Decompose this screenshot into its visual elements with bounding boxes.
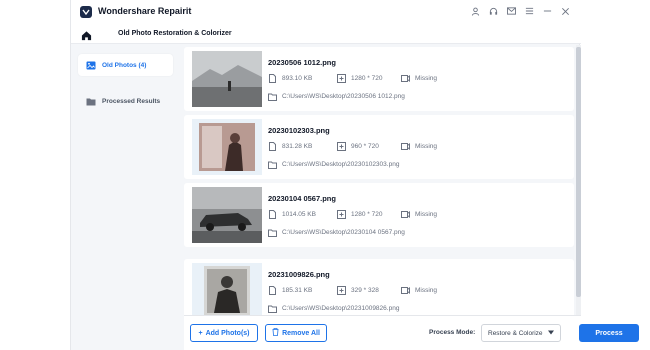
file-icon [268,74,277,83]
file-path: C:\Users\WS\Desktop\20230102303.png [268,160,399,169]
file-size: 831.28 KB [268,142,312,151]
remove-all-label: Remove All [282,329,320,337]
process-button[interactable]: Process [579,324,639,342]
home-icon[interactable] [81,28,92,46]
file-size-value: 185.31 KB [282,287,313,294]
sidebar-item-old-photos[interactable]: Old Photos (4) [78,54,173,76]
file-status-value: Missing [415,287,438,294]
resolution-icon [337,142,346,151]
add-photos-button[interactable]: + Add Photo(s) [190,324,258,342]
file-name: 20231009826.png [268,270,330,279]
file-icon [268,286,277,295]
file-size-value: 831.28 KB [282,143,313,150]
photo-thumbnail [192,51,262,107]
photo-card[interactable]: 20230102303.png 831.28 KB 960 * 720 Miss… [184,115,574,179]
file-resolution-value: 329 * 328 [351,287,379,294]
plus-icon: + [198,329,203,337]
file-status: Missing [401,74,437,83]
file-resolution: 1280 * 720 [337,74,382,83]
file-status: Missing [401,210,437,219]
resolution-icon [337,210,346,219]
file-size-value: 1014.05 KB [282,211,316,218]
file-resolution-value: 1280 * 720 [351,211,383,218]
remove-all-button[interactable]: Remove All [265,324,327,342]
photo-card[interactable]: 20230104 0567.png 1014.05 KB 1280 * 720 … [184,183,574,247]
sidebar-item-label: Old Photos (4) [102,61,147,69]
file-icon [268,210,277,219]
image-icon [86,60,96,70]
folder-icon [268,304,277,313]
trash-icon [272,328,279,338]
app-window: Wondershare Repairit Old Photo Restorati… [70,0,639,350]
video-icon [401,142,410,151]
folder-icon [268,92,277,101]
folder-icon [268,160,277,169]
process-mode-select[interactable]: Restore & Colorize [481,324,561,342]
wondershare-logo-icon [80,6,92,18]
video-icon [401,74,410,83]
photo-thumbnail [192,187,262,243]
minimize-icon[interactable] [542,4,553,18]
file-name: 20230506 1012.png [268,58,336,67]
file-size: 893.10 KB [268,74,312,83]
file-path-value: C:\Users\WS\Desktop\20230506 1012.png [282,93,405,100]
file-resolution-value: 1280 * 720 [351,75,383,82]
file-icon [268,142,277,151]
file-size: 1014.05 KB [268,210,316,219]
resolution-icon [337,286,346,295]
photo-thumbnail [192,263,262,315]
file-name: 20230102303.png [268,126,330,135]
file-path-value: C:\Users\WS\Desktop\20230104 0567.png [282,229,405,236]
add-photos-label: Add Photo(s) [205,329,250,337]
file-size-value: 893.10 KB [282,75,313,82]
file-resolution: 960 * 720 [337,142,379,151]
action-bar: + Add Photo(s) Remove All Process Mode: … [184,315,639,350]
file-path: C:\Users\WS\Desktop\20231009826.png [268,304,399,313]
user-icon[interactable] [470,4,481,18]
sidebar-item-processed-results[interactable]: Processed Results [78,90,173,112]
sidebar: Old Photos (4) Processed Results [71,45,183,350]
mail-icon[interactable] [506,4,517,18]
photo-card[interactable]: 20231009826.png 185.31 KB 329 * 328 Miss… [184,259,574,315]
photo-list: 20230506 1012.png 893.10 KB 1280 * 720 M… [184,45,581,315]
photo-card[interactable]: 20230506 1012.png 893.10 KB 1280 * 720 M… [184,47,574,111]
sidebar-item-label: Processed Results [102,97,161,105]
file-size: 185.31 KB [268,286,312,295]
process-mode-value: Restore & Colorize [488,329,543,337]
file-path-value: C:\Users\WS\Desktop\20231009826.png [282,305,400,312]
file-status-value: Missing [415,211,438,218]
file-status-value: Missing [415,143,438,150]
photo-list-panel: 20230506 1012.png 893.10 KB 1280 * 720 M… [184,45,639,350]
menu-icon[interactable] [524,4,535,18]
video-icon [401,286,410,295]
file-name: 20230104 0567.png [268,194,336,203]
photo-thumbnail [192,119,262,175]
process-mode-label: Process Mode: [429,329,476,336]
close-icon[interactable] [560,4,571,18]
folder-icon [86,96,96,106]
folder-icon [268,228,277,237]
file-resolution: 329 * 328 [337,286,379,295]
file-resolution: 1280 * 720 [337,210,382,219]
headset-icon[interactable] [488,4,499,18]
sub-header: Old Photo Restoration & Colorizer [71,24,581,44]
file-path-value: C:\Users\WS\Desktop\20230102303.png [282,161,400,168]
file-resolution-value: 960 * 720 [351,143,379,150]
scrollbar-thumb[interactable] [576,47,581,297]
chevron-down-icon [548,330,554,337]
app-title: Wondershare Repairit [98,6,192,16]
title-bar: Wondershare Repairit [71,0,581,24]
scrollbar[interactable] [576,45,581,315]
file-path: C:\Users\WS\Desktop\20230104 0567.png [268,228,405,237]
page-title: Old Photo Restoration & Colorizer [118,30,232,37]
file-path: C:\Users\WS\Desktop\20230506 1012.png [268,92,405,101]
file-status: Missing [401,142,437,151]
resolution-icon [337,74,346,83]
video-icon [401,210,410,219]
file-status: Missing [401,286,437,295]
file-status-value: Missing [415,75,438,82]
